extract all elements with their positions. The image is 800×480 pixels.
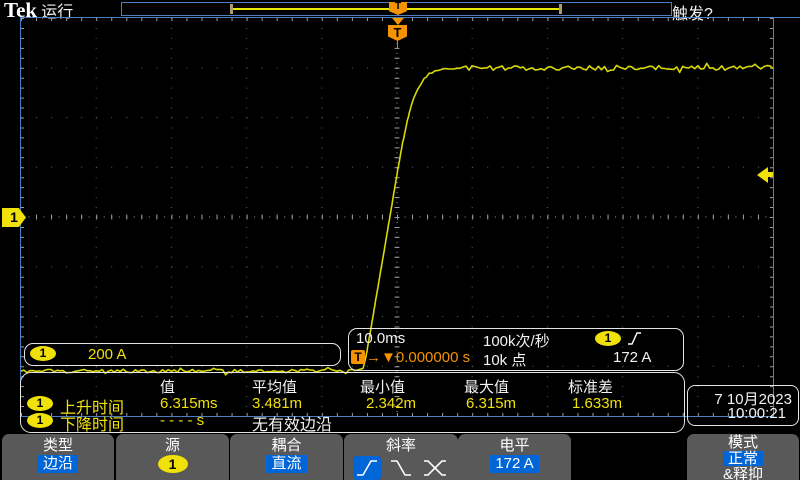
channel1-marker-label: 1	[10, 209, 18, 225]
trigger-slope-icon	[626, 330, 642, 347]
channel1-readout-box	[24, 343, 341, 366]
menu-level-label: 电平	[458, 436, 571, 455]
meas-header-mean: 平均值	[252, 376, 297, 397]
meas-header-value: 值	[160, 376, 175, 397]
trigger-t-glyph: T	[354, 350, 361, 364]
meas-header-min: 最小值	[360, 376, 405, 397]
trigger-t-glyph: T	[395, 1, 401, 12]
trigger-source-badge: 1	[595, 331, 621, 346]
menu-button-slope[interactable]: 斜率	[344, 434, 458, 480]
menu-button-coupling[interactable]: 耦合 直流	[230, 434, 343, 480]
trigger-level-readout: 172 A	[613, 349, 651, 366]
record-view-right-bracket	[559, 4, 562, 14]
arrow-right-icon: →	[366, 349, 381, 366]
trigger-position-stem	[397, 41, 398, 49]
channel1-scale: 200 A	[88, 346, 126, 363]
sample-rate: 100k次/秒	[483, 330, 550, 351]
menu-coupling-value: 直流	[266, 455, 306, 473]
meas-row2-badge-label: 1	[37, 413, 44, 427]
meas-row2-status: 无有效边沿	[252, 411, 332, 435]
trigger-position-value: 0.000000 s	[396, 349, 470, 366]
trigger-source-badge-label: 1	[605, 331, 612, 345]
time-per-div: 10.0ms	[356, 330, 405, 347]
menu-mode-value2: &释抑	[687, 467, 799, 480]
menu-button-source[interactable]: 源 1	[116, 434, 229, 480]
channel1-badge: 1	[30, 346, 56, 361]
channel1-badge-label: 1	[40, 346, 47, 360]
menu-button-type[interactable]: 类型 边沿	[2, 434, 114, 480]
menu-mode-label: 模式	[687, 435, 799, 450]
either-edge-icon[interactable]	[421, 456, 449, 480]
trigger-t-icon: T	[351, 350, 365, 364]
triangle-down-icon: ▼	[381, 349, 396, 366]
meas-row2-name: 下降时间	[60, 411, 124, 435]
oscilloscope-screen: Tek 运行 T 触发? T 1 1 200 A 10.0ms 100k次/秒 …	[0, 0, 800, 480]
meas-row1-std: 1.633m	[572, 395, 622, 412]
menu-type-label: 类型	[2, 436, 114, 455]
menu-type-value: 边沿	[38, 455, 78, 473]
record-points: 10k 点	[483, 349, 526, 370]
meas-header-max: 最大值	[464, 376, 509, 397]
meas-row2-badge: 1	[27, 413, 53, 428]
trigger-position-arrow-icon[interactable]	[392, 18, 404, 25]
meas-row1-value: 6.315ms	[160, 395, 218, 412]
meas-row2-value: - - - - s	[160, 412, 204, 429]
meas-row1-min: 2.342m	[366, 395, 416, 412]
menu-source-channel-badge: 1	[158, 455, 188, 473]
trigger-level-arrow-tail	[766, 172, 773, 177]
menu-source-label: 源	[116, 436, 229, 455]
record-view-left-bracket	[230, 4, 233, 14]
meas-row1-badge: 1	[27, 396, 53, 411]
menu-coupling-label: 耦合	[230, 436, 343, 455]
menu-slope-label: 斜率	[344, 436, 458, 455]
meas-row1-badge-label: 1	[37, 396, 44, 410]
menu-mode-value: 正常	[723, 451, 763, 466]
time-display: 10:00:21	[690, 405, 786, 422]
menu-level-value: 172 A	[490, 455, 538, 473]
menu-button-level[interactable]: 电平 172 A	[458, 434, 571, 480]
menu-source-badge-label: 1	[169, 456, 177, 472]
trigger-position-readout: →▼0.000000 s	[366, 349, 470, 366]
graticule-top-border-extension	[773, 17, 800, 18]
rising-edge-icon[interactable]	[353, 456, 381, 480]
meas-row1-max: 6.315m	[466, 395, 516, 412]
meas-header-std: 标准差	[568, 376, 613, 397]
meas-row1-mean: 3.481m	[252, 395, 302, 412]
menu-button-mode[interactable]: 模式 正常 &释抑	[687, 434, 799, 480]
falling-edge-icon[interactable]	[387, 456, 415, 480]
trigger-t-glyph: T	[394, 25, 402, 40]
